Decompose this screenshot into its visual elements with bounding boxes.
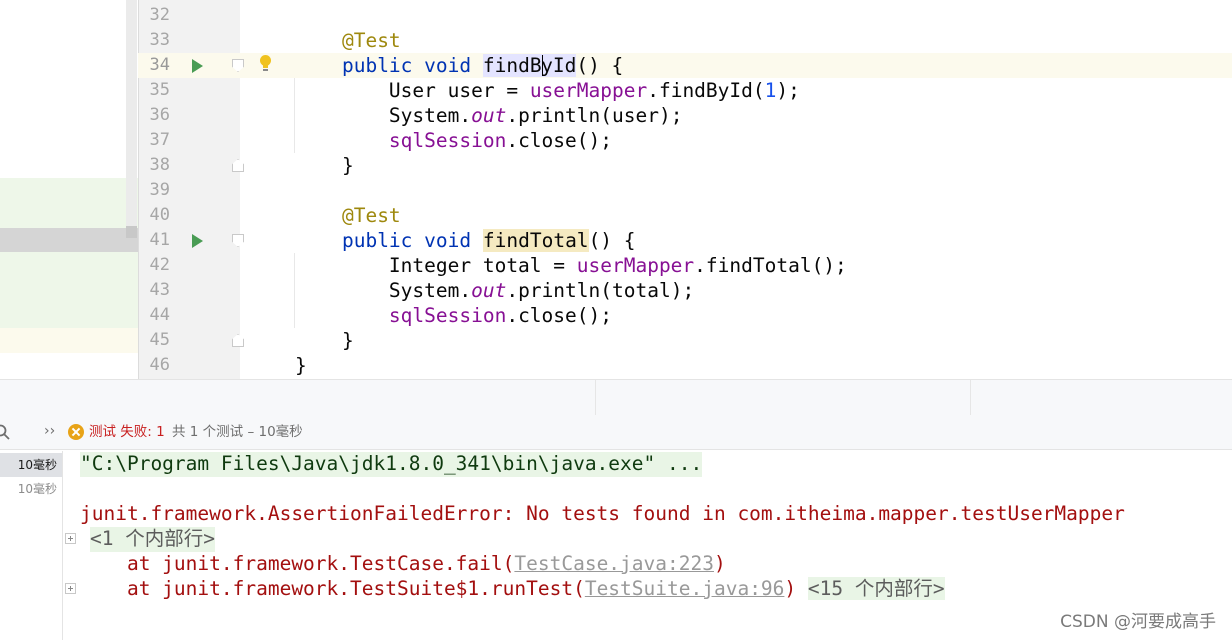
code-text: System.out.println(user); [388, 104, 683, 127]
test-results-tree: 10毫秒 10毫秒 [0, 451, 63, 640]
code-line: 41 public void findTotal() { [138, 228, 1232, 253]
console-internal-lines[interactable]: <15 个内部行> [807, 577, 945, 600]
fold-lines-icon[interactable] [65, 533, 76, 544]
scrollbar-thumb[interactable] [126, 226, 137, 238]
code-line: 42 Integer total = userMapper.findTotal(… [138, 253, 1232, 278]
line-number: 40 [149, 205, 170, 225]
code-line-current: 34 public void findById() { [138, 53, 1232, 78]
console-command-line: "C:\Program Files\Java\jdk1.8.0_341\bin\… [80, 452, 703, 477]
code-text: } [295, 354, 307, 377]
line-number: 43 [149, 280, 170, 300]
code-text: Integer total = userMapper.findTotal(); [388, 254, 847, 277]
line-number: 32 [149, 5, 170, 25]
line-number: 33 [149, 30, 170, 50]
code-editor[interactable]: 32 33 @Test 34 public void findById() { … [0, 0, 1232, 379]
stack-trace-link[interactable]: TestCase.java:223 [514, 552, 714, 575]
code-text: User user = userMapper.findById(1); [388, 79, 800, 102]
line-number: 41 [149, 230, 170, 250]
run-test-icon[interactable] [192, 234, 203, 248]
line-number: 34 [149, 55, 170, 75]
run-console[interactable]: "C:\Program Files\Java\jdk1.8.0_341\bin\… [64, 451, 1232, 640]
panel-divider[interactable] [0, 379, 1232, 415]
search-icon[interactable] [0, 424, 10, 440]
code-line: 43 System.out.println(total); [138, 278, 1232, 303]
line-number: 45 [149, 330, 170, 350]
code-text: @Test [341, 204, 401, 227]
code-line: 32 [138, 3, 1232, 28]
line-number: 39 [149, 180, 170, 200]
intention-bulb-icon[interactable] [259, 54, 272, 73]
code-text: @Test [341, 29, 401, 52]
code-line: 35 User user = userMapper.findById(1); [138, 78, 1232, 103]
code-text: sqlSession.close(); [388, 129, 612, 152]
console-stack-line: at junit.framework.TestCase.fail(TestCas… [80, 552, 726, 575]
run-test-icon[interactable] [192, 59, 203, 73]
code-text: } [341, 154, 354, 177]
code-line: 33 @Test [138, 28, 1232, 53]
code-text: System.out.println(total); [388, 279, 695, 302]
code-line: 37 sqlSession.close(); [138, 128, 1232, 153]
fold-icon[interactable] [232, 234, 244, 247]
line-number: 38 [149, 155, 170, 175]
line-number: 42 [149, 255, 170, 275]
line-number: 35 [149, 80, 170, 100]
code-text: } [341, 329, 354, 352]
line-number: 36 [149, 105, 170, 125]
console-stack-line: at junit.framework.TestSuite$1.runTest(T… [80, 577, 945, 600]
tree-row-duration[interactable]: 10毫秒 [0, 453, 62, 477]
test-status-detail: 共 1 个测试 – 10毫秒 [172, 424, 303, 440]
fold-lines-icon[interactable] [65, 583, 76, 594]
expand-icon[interactable]: ›› [44, 423, 55, 439]
fold-icon[interactable] [232, 59, 244, 72]
code-line: 38 } [138, 153, 1232, 178]
line-number: 46 [149, 355, 170, 375]
code-line: 44 sqlSession.close(); [138, 303, 1232, 328]
line-number: 37 [149, 130, 170, 150]
stack-trace-link[interactable]: TestSuite.java:96 [585, 577, 785, 600]
scrollbar-track[interactable] [126, 0, 137, 236]
test-failed-icon [68, 424, 84, 440]
code-text: public void findTotal() { [341, 229, 636, 252]
fold-icon[interactable] [232, 334, 244, 347]
console-internal-lines[interactable]: <1 个内部行> [90, 527, 215, 552]
code-line: 40 @Test [138, 203, 1232, 228]
tree-row-duration[interactable]: 10毫秒 [0, 477, 62, 501]
code-text: public void findById() { [341, 54, 624, 77]
code-line: 36 System.out.println(user); [138, 103, 1232, 128]
left-panel-strip [0, 0, 138, 379]
code-line: 39 [138, 178, 1232, 203]
line-number: 44 [149, 305, 170, 325]
test-status-bar: ›› 测试 失败: 1 共 1 个测试 – 10毫秒 [0, 415, 1232, 450]
code-line: 46 } [138, 353, 1232, 378]
code-line: 45 } [138, 328, 1232, 353]
console-error-line: junit.framework.AssertionFailedError: No… [80, 502, 1125, 525]
watermark: CSDN @河要成高手 [1060, 612, 1216, 632]
test-status-label: 测试 失败: 1 [89, 424, 165, 440]
fold-icon[interactable] [232, 159, 244, 172]
code-text: sqlSession.close(); [388, 304, 612, 327]
